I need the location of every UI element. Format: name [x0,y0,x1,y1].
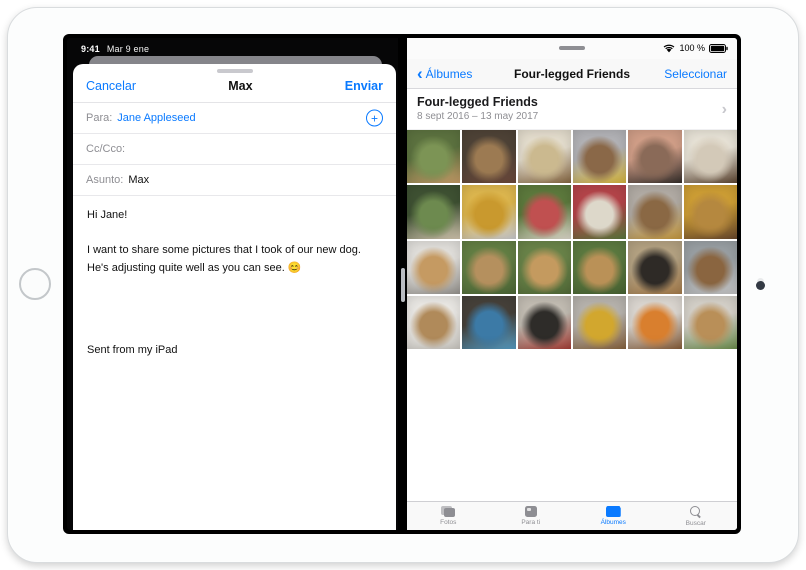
photos-pane: 100 % ‹ Álbumes Four-legged Friends Sele… [407,38,737,530]
back-chevron-icon: ‹ [417,69,423,79]
photo-thumbnail-dog-yellow-chair[interactable] [573,296,626,349]
tab-label: Álbumes [601,519,626,526]
body-signature: Sent from my iPad [87,343,382,358]
back-to-albums-button[interactable]: ‹ Álbumes [417,67,472,81]
cc-bcc-label: Cc/Cco: [86,143,125,155]
screen: 9:41 Mar 9 ene Cancelar Max Enviar Para: … [63,34,741,534]
select-button[interactable]: Seleccionar [664,67,727,81]
tab-fotos[interactable]: Fotos [407,502,490,530]
albums-icon [606,506,621,517]
album-header[interactable]: Four-legged Friends 8 sept 2016 – 13 may… [407,89,737,130]
back-label: Álbumes [426,67,473,81]
compose-header: Cancelar Max Enviar [73,73,396,103]
body-greeting: Hi Jane! [87,208,382,223]
photos-nav-bar: ‹ Álbumes Four-legged Friends Selecciona… [407,59,737,89]
photo-thumbnail-dog-with-camera[interactable] [518,296,571,349]
ipad-device: 9:41 Mar 9 ene Cancelar Max Enviar Para: … [7,7,799,563]
battery-percent: 100 % [679,43,705,53]
tab-label: Buscar [686,520,706,527]
to-field[interactable]: Para: Jane Appleseed + [73,103,396,134]
status-date: Mar 9 ene [107,44,149,54]
split-divider-handle[interactable] [401,268,405,302]
photo-thumbnail-dog-blue-couch[interactable] [462,296,515,349]
photo-thumbnail-dog-on-radiator[interactable] [407,241,460,294]
photo-thumbnail-dog-hammock-shade[interactable] [407,185,460,238]
tab-para-ti[interactable]: Para ti [490,502,573,530]
grid-empty-space [407,349,737,501]
photo-thumbnail-dog-red-collar-grass[interactable] [518,241,571,294]
wifi-icon [663,44,675,53]
photo-thumbnail-dog-smiling-grass[interactable] [573,241,626,294]
photo-thumbnail-dog-gold-blanket[interactable] [462,185,515,238]
cc-bcc-field[interactable]: Cc/Cco: [73,134,396,165]
photo-thumbnail-dog-in-blanket-basket[interactable] [518,130,571,183]
photo-thumbnail-dog-on-mustard-bed[interactable] [628,185,681,238]
tab-label: Para ti [521,519,540,526]
app-grab-handle[interactable] [559,46,585,50]
photo-thumbnail-dog-with-donuts[interactable] [684,241,737,294]
tab-label: Fotos [440,519,456,526]
search-icon [690,506,702,518]
message-body[interactable]: Hi Jane! I want to share some pictures t… [73,196,396,370]
photo-thumbnail-dog-standing-grass[interactable] [407,130,460,183]
nav-title: Four-legged Friends [514,67,630,81]
body-paragraph: I want to share some pictures that I too… [87,241,382,277]
for-you-icon [525,506,537,517]
front-camera [756,281,765,290]
photo-thumbnail-dog-kitchen-oranges[interactable] [628,296,681,349]
photos-icon [441,506,456,517]
photo-thumbnail-dog-party-hat[interactable] [573,130,626,183]
photo-thumbnail-dog-hammock-closeup[interactable] [573,185,626,238]
photo-thumbnail-dog-grass-window[interactable] [684,296,737,349]
photo-thumbnail-dog-on-dark-bench[interactable] [462,130,515,183]
subject-value: Max [128,174,149,186]
photo-thumbnail-dog-big-black-hat[interactable] [628,241,681,294]
photo-thumbnail-dog-lion-mane[interactable] [684,185,737,238]
compose-sheet: Cancelar Max Enviar Para: Jane Appleseed… [73,64,396,530]
to-label: Para: [86,112,112,124]
compose-title: Max [228,79,252,93]
status-bar-right: 100 % [407,38,737,59]
home-button[interactable] [19,268,51,300]
photo-thumbnail-dog-rainbow-hammock[interactable] [518,185,571,238]
album-title: Four-legged Friends [417,95,727,109]
subject-field[interactable]: Asunto: Max [73,165,396,196]
tab-buscar[interactable]: Buscar [655,502,738,530]
photos-tab-bar: Fotos Para ti Álbumes Buscar [407,501,737,530]
photo-thumbnail-dog-in-white-bed[interactable] [407,296,460,349]
album-chevron-icon: › [722,101,727,119]
tab-albumes[interactable]: Álbumes [572,502,655,530]
photo-grid [407,130,737,349]
to-recipient[interactable]: Jane Appleseed [117,112,195,124]
subject-label: Asunto: [86,174,123,186]
status-cluster: 100 % [663,43,728,53]
cancel-button[interactable]: Cancelar [86,79,136,93]
photo-thumbnail-selfie-with-dog[interactable] [628,130,681,183]
photo-thumbnail-dog-white-hat[interactable] [684,130,737,183]
send-button[interactable]: Enviar [345,79,383,93]
status-time: 9:41 [81,44,100,54]
mail-pane: 9:41 Mar 9 ene Cancelar Max Enviar Para: … [67,38,398,530]
photo-thumbnail-dog-sitting-grass[interactable] [462,241,515,294]
battery-icon [709,44,728,53]
add-contact-icon[interactable]: + [366,110,383,127]
split-view-divider[interactable] [398,38,407,530]
status-bar-left: 9:41 Mar 9 ene [81,44,149,54]
album-date-range: 8 sept 2016 – 13 may 2017 [417,111,727,122]
